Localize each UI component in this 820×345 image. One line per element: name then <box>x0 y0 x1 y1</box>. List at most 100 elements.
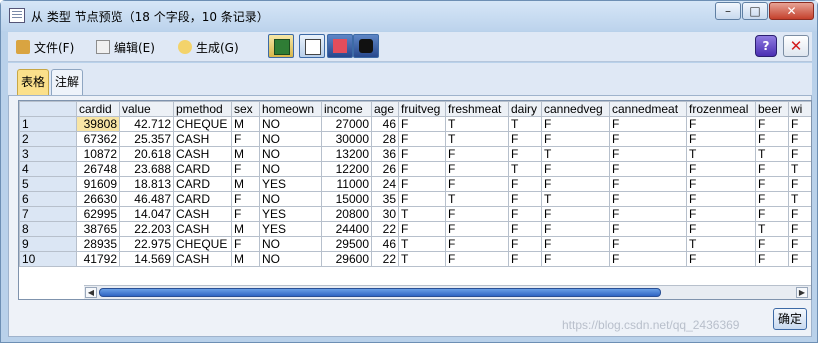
column-header[interactable]: homeown <box>259 101 322 117</box>
table-cell[interactable]: T <box>788 191 811 207</box>
column-header[interactable]: value <box>119 101 174 117</box>
table-cell[interactable]: F <box>508 146 542 162</box>
table-cell[interactable]: T <box>398 206 446 222</box>
table-cell[interactable]: F <box>609 131 687 147</box>
table-row[interactable]: 4 26748 23.688 CARD F NO 12200 26 F F T F F F F T <box>19 161 811 177</box>
table-cell[interactable]: F <box>609 146 687 162</box>
table-cell[interactable]: 46 <box>371 236 399 252</box>
table-cell[interactable]: F <box>755 191 789 207</box>
table-cell[interactable]: F <box>788 236 811 252</box>
table-cell[interactable]: CARD <box>173 176 232 192</box>
scroll-thumb[interactable] <box>99 288 661 297</box>
column-header[interactable]: fruitveg <box>398 101 446 117</box>
table-cell[interactable]: NO <box>259 116 322 132</box>
table-cell[interactable]: F <box>686 131 756 147</box>
column-header[interactable]: cardid <box>76 101 120 117</box>
table-cell[interactable]: 29600 <box>321 251 372 267</box>
find-button[interactable] <box>353 34 379 58</box>
table-cell[interactable]: NO <box>259 191 322 207</box>
maximize-button[interactable]: □ <box>742 2 768 20</box>
table-cell[interactable]: F <box>508 131 542 147</box>
column-header[interactable]: freshmeat <box>445 101 509 117</box>
table-cell[interactable]: 13200 <box>321 146 372 162</box>
table-cell[interactable]: M <box>231 176 260 192</box>
table-row[interactable]: 2 67362 25.357 CASH F NO 30000 28 F T F F F F F F <box>19 131 811 147</box>
table-cell[interactable]: 14.569 <box>119 251 174 267</box>
table-cell[interactable]: 46.487 <box>119 191 174 207</box>
table-cell[interactable]: F <box>686 176 756 192</box>
table-cell[interactable]: 23.688 <box>119 161 174 177</box>
table-cell[interactable]: T <box>508 161 542 177</box>
table-cell[interactable]: F <box>445 251 509 267</box>
table-cell[interactable]: F <box>508 176 542 192</box>
row-number[interactable]: 8 <box>19 221 77 237</box>
table-cell[interactable]: 62995 <box>76 206 120 222</box>
table-row[interactable]: 1 39808 42.712 CHEQUE M NO 27000 46 F T T F F F F F <box>19 116 811 132</box>
menu-generate[interactable]: 生成(G) <box>178 39 239 55</box>
table-cell[interactable]: F <box>445 206 509 222</box>
scroll-left-arrow-icon[interactable]: ◀ <box>85 287 97 298</box>
table-cell[interactable]: F <box>398 131 446 147</box>
table-cell[interactable]: F <box>755 131 789 147</box>
table-cell[interactable]: F <box>686 251 756 267</box>
table-cell[interactable]: F <box>398 161 446 177</box>
column-header[interactable]: dairy <box>508 101 542 117</box>
table-cell[interactable]: CHEQUE <box>173 116 232 132</box>
column-header[interactable]: cannedveg <box>541 101 610 117</box>
table-cell[interactable]: T <box>445 131 509 147</box>
table-cell[interactable]: F <box>541 161 610 177</box>
table-cell[interactable]: 27000 <box>321 116 372 132</box>
table-cell[interactable]: F <box>541 176 610 192</box>
table-cell[interactable]: T <box>686 146 756 162</box>
column-header[interactable]: pmethod <box>173 101 232 117</box>
table-row[interactable]: 8 38765 22.203 CASH M YES 24400 22 F F F F F F T F <box>19 221 811 237</box>
table-cell[interactable]: 30 <box>371 206 399 222</box>
row-number[interactable]: 9 <box>19 236 77 252</box>
table-cell[interactable]: F <box>686 221 756 237</box>
table-cell[interactable]: F <box>508 236 542 252</box>
table-cell[interactable]: 24400 <box>321 221 372 237</box>
table-cell[interactable]: YES <box>259 206 322 222</box>
table-cell[interactable]: F <box>508 251 542 267</box>
table-cell[interactable]: 15000 <box>321 191 372 207</box>
table-cell[interactable]: CARD <box>173 161 232 177</box>
table-cell[interactable]: 39808 <box>76 116 120 132</box>
help-button[interactable]: ? <box>755 35 777 57</box>
table-cell[interactable]: 22.203 <box>119 221 174 237</box>
table-cell[interactable]: F <box>755 206 789 222</box>
table-cell[interactable]: F <box>755 116 789 132</box>
table-cell[interactable]: 26748 <box>76 161 120 177</box>
table-cell[interactable]: M <box>231 221 260 237</box>
table-cell[interactable]: 10872 <box>76 146 120 162</box>
table-cell[interactable]: F <box>609 206 687 222</box>
column-header[interactable]: age <box>371 101 399 117</box>
row-number[interactable]: 6 <box>19 191 77 207</box>
table-cell[interactable]: F <box>541 251 610 267</box>
table-cell[interactable]: T <box>398 251 446 267</box>
table-row[interactable]: 7 62995 14.047 CASH F YES 20800 30 T F F F F F F F <box>19 206 811 222</box>
table-cell[interactable]: F <box>398 146 446 162</box>
table-cell[interactable]: F <box>686 116 756 132</box>
table-cell[interactable]: F <box>541 206 610 222</box>
print-button[interactable] <box>299 34 325 58</box>
tab-table[interactable]: 表格 <box>17 69 49 95</box>
table-cell[interactable]: F <box>755 251 789 267</box>
table-cell[interactable]: CASH <box>173 251 232 267</box>
table-cell[interactable]: 22 <box>371 221 399 237</box>
table-cell[interactable]: 29500 <box>321 236 372 252</box>
table-cell[interactable]: F <box>609 116 687 132</box>
table-cell[interactable]: NO <box>259 146 322 162</box>
column-header[interactable]: wi <box>788 101 811 117</box>
table-cell[interactable]: F <box>788 131 811 147</box>
column-header[interactable]: beer <box>755 101 789 117</box>
horizontal-scrollbar[interactable]: ◀ ▶ <box>84 285 811 299</box>
table-cell[interactable]: F <box>755 176 789 192</box>
table-cell[interactable]: 46 <box>371 116 399 132</box>
table-cell[interactable]: 11000 <box>321 176 372 192</box>
table-row[interactable]: 5 91609 18.813 CARD M YES 11000 24 F F F F F F F F <box>19 176 811 192</box>
table-cell[interactable]: T <box>686 236 756 252</box>
data-grid[interactable]: cardid value pmethod sex homeown income … <box>18 100 812 300</box>
sort-button[interactable] <box>327 34 353 58</box>
table-cell[interactable]: 38765 <box>76 221 120 237</box>
table-row[interactable]: 10 41792 14.569 CASH M NO 29600 22 T F F F F F F F <box>19 251 811 267</box>
